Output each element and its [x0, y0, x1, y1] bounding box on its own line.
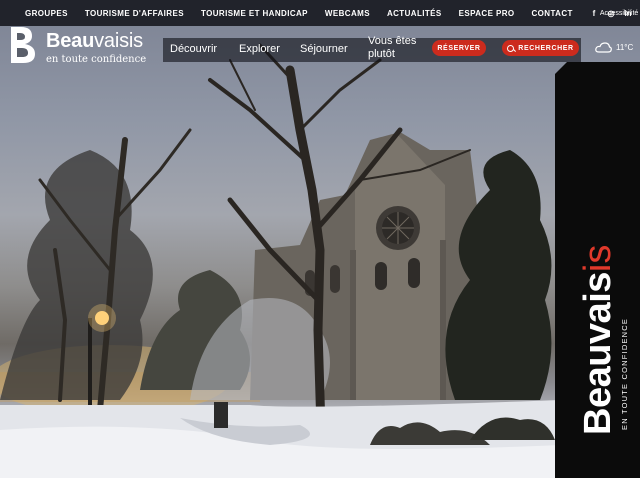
- nav-explorer[interactable]: Explorer: [239, 43, 280, 55]
- utility-link-tourisme-handicap[interactable]: TOURISME ET HANDICAP: [201, 9, 308, 18]
- social-links: f ◎ in: [590, 0, 632, 26]
- reserver-label: RÉSERVER: [437, 44, 481, 52]
- utility-link-espace-pro[interactable]: ESPACE PRO: [459, 9, 515, 18]
- rechercher-button[interactable]: RECHERCHER: [502, 40, 579, 56]
- top-utility-bar: GROUPES TOURISME D'AFFAIRES TOURISME ET …: [0, 0, 640, 26]
- hero-illustration: [0, 43, 560, 478]
- logo-name-light: vaisis: [94, 30, 143, 52]
- reserver-button[interactable]: RÉSERVER: [432, 40, 486, 56]
- site-logo[interactable]: Beauvaisis en toute confidence: [8, 25, 168, 69]
- utility-link-actualites[interactable]: ACTUALITÉS: [387, 9, 442, 18]
- rechercher-label: RECHERCHER: [518, 44, 574, 52]
- nav-vous-etes-line2: plutôt: [368, 48, 395, 60]
- brand-vertical-title: Beauvaisis: [577, 245, 620, 435]
- brand-vertical-tagline: EN TOUTE CONFIDENCE: [620, 317, 629, 430]
- logo-name-bold: Beau: [46, 30, 95, 52]
- nav-sejourner[interactable]: Séjourner: [300, 43, 348, 55]
- brand-vertical-main: Beauvais: [577, 272, 619, 435]
- weather-widget: 11°C: [595, 42, 633, 53]
- utility-link-tourisme-affaires[interactable]: TOURISME D'AFFAIRES: [85, 9, 184, 18]
- weather-temperature: 11°C: [616, 43, 634, 52]
- cloud-icon: [595, 42, 612, 53]
- nav-vous-etes[interactable]: Vous êtes plutôt: [368, 35, 416, 61]
- main-nav: Découvrir Explorer Séjourner Vous êtes p…: [163, 35, 581, 62]
- logo-name: Beauvaisis: [46, 30, 143, 53]
- search-icon: [507, 44, 515, 52]
- nav-vous-etes-line1: Vous êtes: [368, 35, 417, 47]
- facebook-icon[interactable]: f: [590, 9, 598, 18]
- utility-link-webcams[interactable]: WEBCAMS: [325, 9, 370, 18]
- brand-vertical-accent: is: [577, 244, 619, 273]
- utility-link-contact[interactable]: CONTACT: [532, 9, 573, 18]
- utility-nav: GROUPES TOURISME D'AFFAIRES TOURISME ET …: [0, 0, 590, 26]
- hero-image: [0, 0, 640, 478]
- logo-tagline: en toute confidence: [46, 54, 147, 65]
- nav-decouvrir[interactable]: Découvrir: [170, 43, 217, 55]
- utility-link-groupes[interactable]: GROUPES: [25, 9, 68, 18]
- linkedin-icon[interactable]: in: [624, 9, 632, 18]
- logo-b-icon: [11, 27, 35, 63]
- instagram-icon[interactable]: ◎: [607, 9, 615, 18]
